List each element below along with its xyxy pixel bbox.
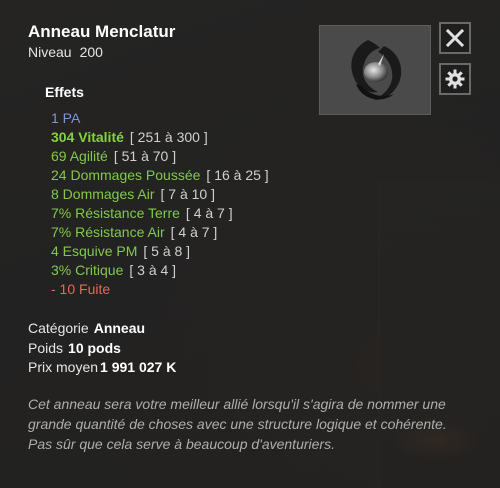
effect-text: 1 PA (51, 110, 81, 126)
effect-range: [ 16 à 25 ] (206, 167, 269, 183)
effect-range: [ 3 à 4 ] (129, 262, 177, 278)
effect-line: 24 Dommages Poussée [ 16 à 25 ] (51, 166, 269, 185)
price-row: Prix moyen 1 991 027 K (28, 359, 176, 375)
item-level: Niveau 200 (28, 44, 103, 60)
effect-text: 4 Esquive PM (51, 243, 138, 259)
effect-line: 4 Esquive PM [ 5 à 8 ] (51, 242, 269, 261)
item-name: Anneau Menclatur (28, 22, 176, 41)
effect-text: 69 Agilité (51, 148, 108, 164)
item-tooltip-panel: Anneau Menclatur Niveau 200 Effets 1 PA … (0, 0, 500, 488)
category-label: Catégorie (28, 320, 89, 336)
effect-text: 24 Dommages Poussée (51, 167, 201, 183)
ring-icon (351, 40, 402, 100)
category-row: Catégorie Anneau (28, 320, 145, 336)
effect-line: 7% Résistance Terre [ 4 à 7 ] (51, 204, 269, 223)
effect-text: 8 Dommages Air (51, 186, 155, 202)
effect-line: 8 Dommages Air [ 7 à 10 ] (51, 185, 269, 204)
effect-line: 304 Vitalité [ 251 à 300 ] (51, 128, 269, 147)
item-image (319, 25, 431, 115)
gear-icon (445, 69, 465, 89)
level-value: 200 (79, 44, 103, 60)
price-label: Prix moyen (28, 359, 99, 375)
effect-line: 69 Agilité [ 51 à 70 ] (51, 147, 269, 166)
level-label: Niveau (28, 44, 72, 60)
effects-list: 1 PA 304 Vitalité [ 251 à 300 ] 69 Agilit… (51, 109, 269, 299)
effect-text: 7% Résistance Terre (51, 205, 180, 221)
settings-button[interactable] (439, 63, 471, 95)
effect-text: 3% Critique (51, 262, 124, 278)
category-value: Anneau (93, 320, 146, 336)
item-description: Cet anneau sera votre meilleur allié lor… (28, 396, 447, 452)
game-scene: Anneau Menclatur Niveau 200 Effets 1 PA … (0, 0, 500, 488)
effect-line: 7% Résistance Air [ 4 à 7 ] (51, 223, 269, 242)
effect-text: 7% Résistance Air (51, 224, 165, 240)
effect-line: 1 PA (51, 109, 269, 128)
effect-range: [ 4 à 7 ] (185, 205, 233, 221)
effects-title: Effets (45, 84, 84, 100)
close-button[interactable] (439, 22, 471, 54)
weight-label: Poids (28, 340, 64, 356)
effect-range: [ 5 à 8 ] (143, 243, 191, 259)
effect-text: - 10 Fuite (51, 281, 111, 297)
effect-line: - 10 Fuite (51, 280, 269, 299)
weight-row: Poids 10 pods (28, 340, 121, 356)
effect-range: [ 7 à 10 ] (160, 186, 215, 202)
effect-line: 3% Critique [ 3 à 4 ] (51, 261, 269, 280)
effect-range: [ 4 à 7 ] (170, 224, 218, 240)
effect-range: [ 251 à 300 ] (129, 129, 208, 145)
close-icon (446, 29, 464, 47)
price-value: 1 991 027 K (100, 359, 177, 375)
effect-text: 304 Vitalité (51, 129, 124, 145)
effect-range: [ 51 à 70 ] (113, 148, 177, 164)
weight-value: 10 pods (68, 340, 121, 356)
